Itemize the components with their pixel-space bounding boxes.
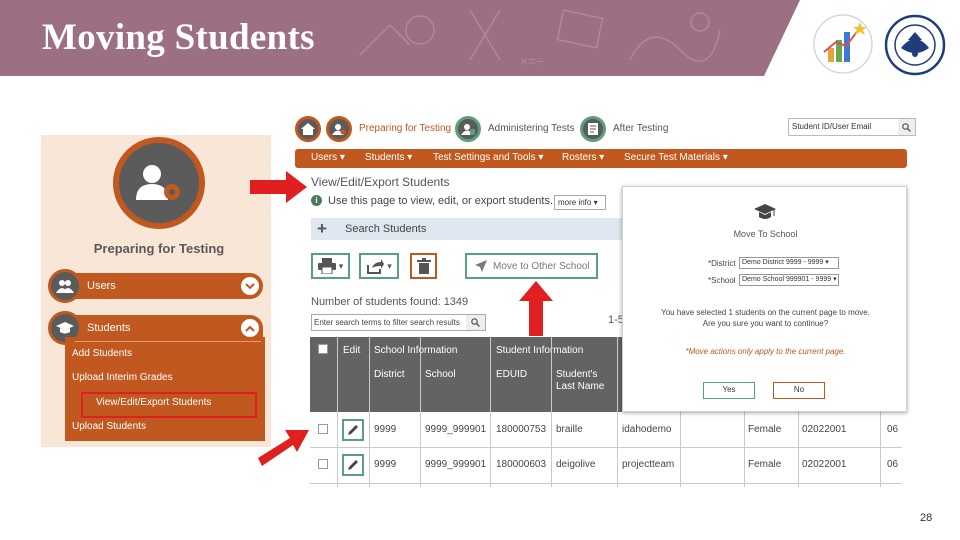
dialog-note: *Move actions only apply to the current …	[685, 347, 846, 356]
arrow-to-move-button-icon	[519, 281, 553, 336]
cell-eduid: 180000753	[496, 424, 547, 435]
menu-users[interactable]: Users ▾	[311, 152, 345, 163]
submenu-upload-interim-grades[interactable]: Upload Interim Grades	[72, 372, 173, 383]
arrow-to-page-title-icon	[250, 171, 307, 203]
assessment-logo-icon	[813, 14, 873, 74]
edit-pencil-icon[interactable]	[342, 419, 364, 441]
cell-district: 9999	[374, 459, 397, 470]
students-label: Students	[87, 322, 131, 334]
users-menu-button[interactable]: Users	[63, 273, 263, 299]
more-info-dropdown[interactable]: more info ▾	[554, 195, 606, 210]
header-student-information: Student Information	[496, 345, 584, 356]
left-heading: Preparing for Testing	[93, 241, 225, 256]
submenu-add-students[interactable]: Add Students	[72, 348, 132, 359]
header-school-information: School Information	[374, 345, 458, 356]
user-gear-icon	[136, 165, 180, 200]
menu-students[interactable]: Students ▾	[365, 152, 412, 163]
students-found-count: Number of students found: 1349	[311, 296, 469, 308]
row-checkbox[interactable]	[318, 459, 328, 469]
move-button-label: Move to Other School	[493, 260, 590, 272]
delete-button[interactable]	[410, 253, 437, 279]
menu-rosters[interactable]: Rosters ▾	[562, 152, 604, 163]
school-label: *School	[708, 276, 736, 285]
header-edit: Edit	[343, 345, 361, 356]
print-button[interactable]: ▾	[311, 253, 350, 279]
header-district[interactable]: District	[374, 369, 405, 381]
header-student-last-name[interactable]: Student's Last Name	[556, 369, 606, 393]
chevron-up-icon[interactable]	[241, 319, 259, 337]
district-select[interactable]: Demo District 9999 - 9999 ▾	[739, 257, 839, 269]
home-icon[interactable]	[295, 116, 321, 142]
cell-school: 9999_999901	[425, 424, 487, 435]
school-select[interactable]: Demo School 999901 - 9999 ▾	[739, 274, 839, 286]
administering-nav-icon[interactable]	[455, 116, 481, 142]
preparing-nav-icon[interactable]	[326, 116, 352, 142]
submenu-upload-students[interactable]: Upload Students	[72, 421, 146, 432]
slide-title: Moving Students	[42, 17, 315, 58]
printer-icon	[317, 258, 336, 274]
nav-administering-tests[interactable]: Administering Tests	[488, 123, 575, 134]
cell-grade: 06	[887, 459, 899, 470]
cell-first-name: idahodemo	[622, 424, 672, 435]
menu-secure-test-materials[interactable]: Secure Test Materials ▾	[624, 152, 728, 163]
header-school[interactable]: School	[425, 369, 456, 381]
users-label: Users	[87, 280, 116, 292]
move-to-school-dialog: Move To School *District Demo District 9…	[622, 186, 907, 412]
cell-district: 9999	[374, 424, 397, 435]
row-checkbox[interactable]	[318, 424, 328, 434]
yes-button[interactable]: Yes	[703, 382, 755, 399]
info-icon: i	[311, 195, 322, 206]
page-title: View/Edit/Export Students	[311, 175, 450, 189]
search-icon[interactable]	[898, 119, 915, 135]
expand-plus-icon[interactable]: +	[317, 219, 327, 239]
export-icon	[367, 259, 385, 274]
district-label: *District	[708, 259, 736, 268]
confirm-message-line-1: You have selected 1 students on the curr…	[661, 308, 870, 317]
svg-text:×=÷: ×=÷	[520, 53, 544, 69]
dialog-title: Move To School	[733, 229, 798, 239]
filter-search-icon[interactable]	[466, 315, 485, 330]
trash-icon	[416, 258, 431, 274]
menu-test-settings[interactable]: Test Settings and Tools ▾	[433, 152, 543, 163]
graduation-cap-icon	[754, 204, 776, 219]
edit-pencil-icon[interactable]	[342, 454, 364, 476]
users-icon	[48, 269, 82, 303]
submenu-view-edit-export[interactable]: View/Edit/Export Students	[96, 397, 211, 408]
select-all-checkbox[interactable]	[318, 344, 328, 354]
cell-school: 9999_999901	[425, 459, 487, 470]
cell-birthdate: 02022001	[802, 424, 847, 435]
state-seal-icon	[884, 14, 946, 76]
nav-preparing-for-testing[interactable]: Preparing for Testing	[359, 123, 451, 134]
after-testing-nav-icon[interactable]	[580, 116, 606, 142]
preparing-avatar	[113, 137, 205, 229]
no-button[interactable]: No	[773, 382, 825, 399]
left-menu-panel: Preparing for Testing Users Students Add…	[41, 135, 271, 447]
search-students-bar[interactable]: + Search Students	[311, 218, 623, 240]
student-id-search-input[interactable]: Student ID/User Email	[788, 118, 916, 136]
nav-after-testing[interactable]: After Testing	[613, 123, 668, 134]
export-button[interactable]: ▾	[359, 253, 399, 279]
cell-eduid: 180000603	[496, 459, 547, 470]
move-to-other-school-button[interactable]: Move to Other School	[465, 253, 598, 279]
title-banner: ×=÷ Moving Students	[0, 0, 800, 76]
chevron-down-icon[interactable]	[241, 277, 259, 295]
location-arrow-icon	[475, 260, 487, 272]
cell-birthdate: 02022001	[802, 459, 847, 470]
search-students-label: Search Students	[345, 223, 427, 235]
cell-last-name: braille	[556, 424, 583, 435]
arrow-to-row-checkbox-icon	[258, 430, 309, 466]
info-text: Use this page to view, edit, or export s…	[328, 195, 554, 207]
cell-first-name: projectteam	[622, 459, 675, 470]
page-number: 28	[920, 512, 933, 524]
cell-gender: Female	[748, 459, 782, 470]
header-eduid[interactable]: EDUID	[496, 369, 527, 381]
filter-results-input[interactable]: Enter search terms to filter search resu…	[311, 314, 486, 331]
cell-grade: 06	[887, 424, 899, 435]
confirm-message-line-2: Are you sure you want to continue?	[702, 319, 829, 328]
cell-gender: Female	[748, 424, 782, 435]
cell-last-name: deigolive	[556, 459, 596, 470]
